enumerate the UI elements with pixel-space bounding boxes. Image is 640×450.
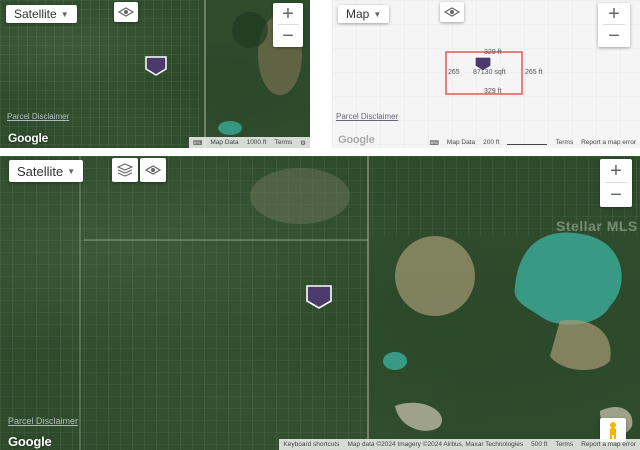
zoom-control[interactable]: + − <box>600 159 632 207</box>
zoom-control[interactable]: + − <box>273 3 303 47</box>
map-data-text: Map data ©2024 Imagery ©2024 Airbus, Max… <box>347 441 524 448</box>
scale-label[interactable]: 1000 ft <box>247 139 267 146</box>
eye-icon <box>145 165 161 175</box>
property-pin-icon[interactable] <box>144 55 168 77</box>
terms-link[interactable]: Terms <box>555 441 573 448</box>
keyboard-icon[interactable]: ⌨ <box>430 139 439 147</box>
scale-label[interactable]: 500 ft <box>531 441 547 448</box>
parcel-area-label: 87130 sqft <box>473 69 506 76</box>
map-type-dropdown[interactable]: Map ▼ <box>338 5 390 23</box>
zoom-in-button[interactable]: + <box>273 3 303 24</box>
parcel-disclaimer-link[interactable]: Parcel Disclaimer <box>8 416 78 426</box>
report-error-link[interactable]: Report a map error <box>581 441 636 448</box>
layers-toggle-button[interactable] <box>114 2 138 22</box>
roadmap-map-top-right[interactable]: Map ▼ + − 329 ft 265 87130 sqft 265 ft 3… <box>332 0 640 148</box>
layers-toggle-button[interactable] <box>440 2 464 22</box>
parcel-disclaimer-link[interactable]: Parcel Disclaimer <box>7 112 69 121</box>
zoom-out-button[interactable]: − <box>598 25 630 46</box>
satellite-map-bottom[interactable]: Stellar MLS Satellite ▼ + − Parcel Discl… <box>0 156 640 450</box>
zoom-in-button[interactable]: + <box>598 3 630 24</box>
keyboard-shortcuts-link[interactable]: Keyboard shortcuts <box>283 441 339 448</box>
attribution-bar: ⌨ Map Data 1000 ft Terms ⚙ <box>189 137 310 148</box>
google-logo: Google <box>338 134 375 146</box>
watermark-text: Stellar MLS <box>556 218 638 234</box>
map-type-label: Map <box>346 7 370 21</box>
map-type-dropdown[interactable]: Satellite ▼ <box>9 160 84 182</box>
map-type-label: Satellite <box>17 163 64 179</box>
chevron-down-icon: ▼ <box>60 9 69 19</box>
map-data-link[interactable]: Map Data <box>447 139 475 146</box>
attribution-bar: ⌨ Map Data 200 ft Terms Report a map err… <box>426 137 640 148</box>
satellite-map-top-left[interactable]: Satellite ▼ + − Parcel Disclaimer Google… <box>0 0 310 148</box>
keyboard-icon[interactable]: ⌨ <box>193 139 202 147</box>
settings-icon[interactable]: ⚙ <box>300 139 306 147</box>
google-logo: Google <box>8 131 49 145</box>
terms-link[interactable]: Terms <box>274 139 292 146</box>
parcel-disclaimer-link[interactable]: Parcel Disclaimer <box>336 112 398 121</box>
eye-icon <box>118 7 134 17</box>
map-type-label: Satellite <box>14 7 57 21</box>
zoom-control[interactable]: + − <box>598 3 630 47</box>
map-type-dropdown[interactable]: Satellite ▼ <box>6 5 77 23</box>
layers-icon <box>117 163 133 177</box>
chevron-down-icon: ▼ <box>373 9 382 19</box>
scale-bar <box>507 140 548 145</box>
measurement-left: 265 <box>448 69 460 76</box>
map-data-link[interactable]: Map Data <box>210 139 238 146</box>
zoom-in-button[interactable]: + <box>600 159 632 182</box>
zoom-out-button[interactable]: − <box>273 25 303 46</box>
eye-icon <box>444 7 460 17</box>
report-error-link[interactable]: Report a map error <box>581 139 636 146</box>
pegman-icon <box>610 422 616 439</box>
zoom-out-button[interactable]: − <box>600 183 632 206</box>
terms-link[interactable]: Terms <box>555 139 573 146</box>
layers-button[interactable] <box>112 158 138 182</box>
scale-label[interactable]: 200 ft <box>483 139 499 146</box>
layers-toggle-button[interactable] <box>140 158 166 182</box>
chevron-down-icon: ▼ <box>67 166 76 176</box>
measurement-right: 265 ft <box>525 69 543 76</box>
measurement-bottom: 329 ft <box>484 88 502 95</box>
property-pin-icon[interactable] <box>305 284 333 310</box>
measurement-top: 329 ft <box>484 49 502 56</box>
attribution-bar: Keyboard shortcuts Map data ©2024 Imager… <box>279 439 640 450</box>
google-logo: Google <box>8 434 52 449</box>
